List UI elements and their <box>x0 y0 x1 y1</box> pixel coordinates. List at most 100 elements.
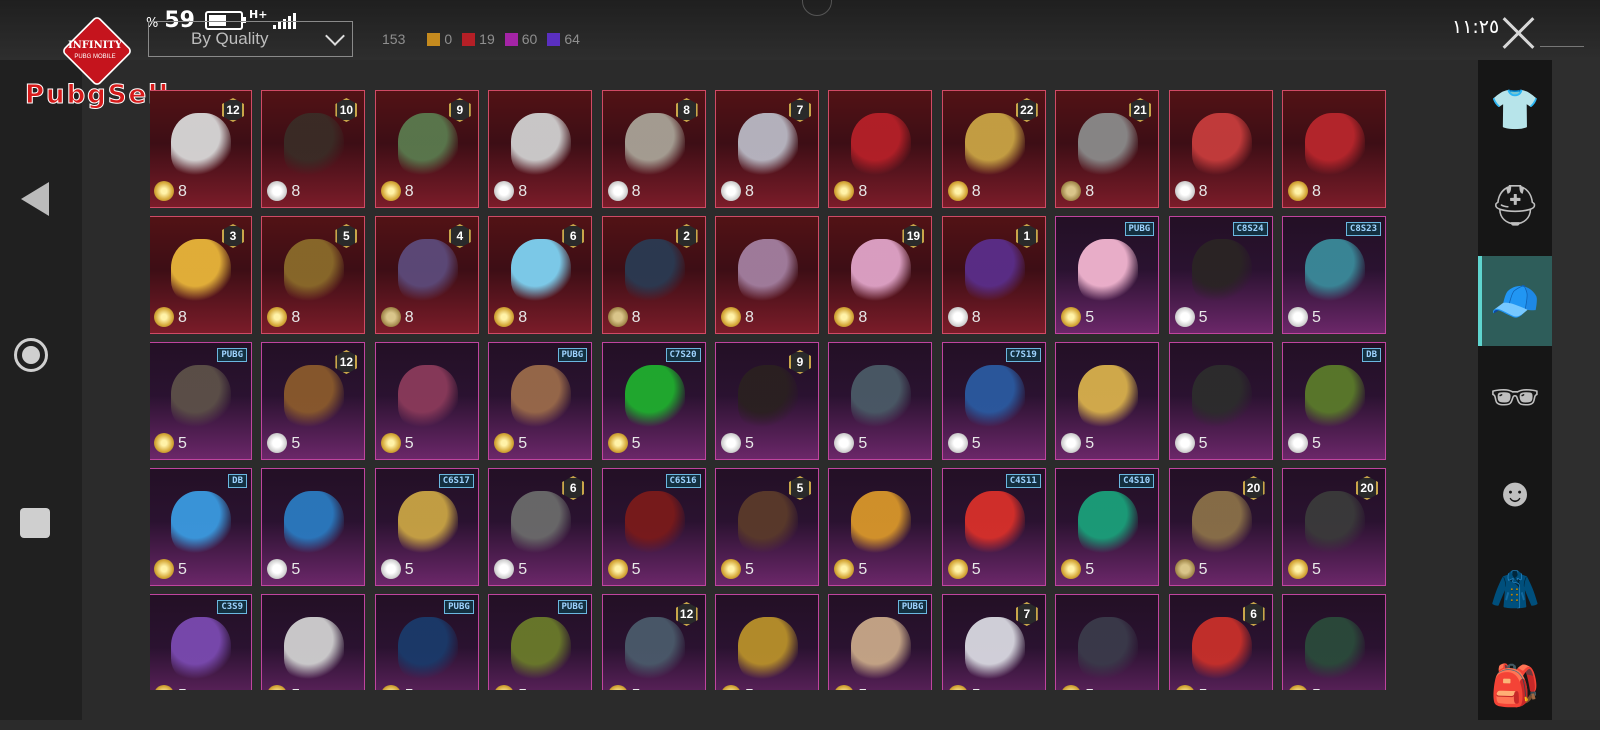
item-tile[interactable]: C4S10 5 <box>1055 468 1160 586</box>
item-image <box>171 113 231 177</box>
back-icon[interactable] <box>21 182 49 216</box>
item-tile[interactable]: C7S20 5 <box>601 342 706 460</box>
level-badge: 4 <box>448 224 471 248</box>
sort-dropdown[interactable]: By Quality <box>148 21 353 57</box>
recent-apps-icon[interactable] <box>20 508 50 538</box>
item-tile[interactable]: 58 <box>261 216 366 334</box>
item-tile[interactable]: C7S19 5 <box>941 342 1046 460</box>
item-image <box>284 239 345 303</box>
item-value: 5 <box>518 435 528 452</box>
season-tag: DB <box>228 474 247 488</box>
item-tile[interactable]: 28 <box>601 216 706 334</box>
item-image <box>171 239 231 303</box>
item-tile[interactable]: 20 5 <box>1168 468 1273 586</box>
item-tile[interactable]: 20 5 <box>1282 468 1386 586</box>
tab-glasses[interactable]: 🕶 <box>1478 352 1552 442</box>
backpack-icon: 🎒 <box>1490 663 1540 708</box>
item-tile[interactable]: 88 <box>601 90 706 208</box>
item-tile[interactable]: 12 8 <box>150 90 252 208</box>
item-image <box>1078 491 1139 555</box>
quality-swatch <box>462 32 476 46</box>
item-tile[interactable]: 68 <box>488 216 593 334</box>
item-tile[interactable]: C8S23 5 <box>1282 216 1386 334</box>
gold-badge-icon <box>1288 685 1308 690</box>
item-tile[interactable]: PUBG 5 <box>488 594 593 690</box>
item-tile[interactable]: 8 <box>1282 90 1386 208</box>
item-tile[interactable]: 5 <box>1055 594 1160 690</box>
item-tile[interactable]: 8 <box>1168 90 1273 208</box>
item-tile[interactable]: 65 <box>1168 594 1273 690</box>
cloud-icon <box>380 559 401 579</box>
item-value: 5 <box>1312 561 1321 578</box>
item-value: 8 <box>1312 183 1321 200</box>
item-tile[interactable]: 98 <box>374 90 479 208</box>
level-badge: 8 <box>675 98 698 122</box>
item-tile[interactable]: 5 <box>1055 342 1160 460</box>
level-badge: 5 <box>335 224 358 248</box>
item-tile[interactable]: PUBG 5 <box>150 342 252 460</box>
cloud-icon <box>607 181 628 201</box>
item-tile[interactable]: C8S24 5 <box>1168 216 1273 334</box>
item-tile[interactable]: PUBG 5 <box>828 594 933 690</box>
item-value: 5 <box>632 687 641 690</box>
tab-backpack[interactable]: 🎒 <box>1478 640 1552 730</box>
item-tile[interactable]: C4S11 5 <box>941 468 1046 586</box>
season-tag: C8S24 <box>1232 222 1268 236</box>
tab-outfit[interactable]: 👕 <box>1478 64 1552 154</box>
item-tile[interactable]: 5 <box>1282 594 1386 690</box>
item-tile[interactable]: 5 <box>715 594 819 690</box>
home-icon[interactable] <box>14 338 48 372</box>
item-tile[interactable]: 19 8 <box>828 216 933 334</box>
item-tile[interactable]: 21 8 <box>1055 90 1160 208</box>
item-tile[interactable]: C6S16 5 <box>601 468 706 586</box>
tab-jacket[interactable]: 🧥 <box>1478 544 1552 634</box>
item-tile[interactable]: 8 <box>715 216 819 334</box>
item-tile[interactable]: 78 <box>715 90 819 208</box>
item-tile[interactable]: 8 <box>488 90 593 208</box>
item-tile[interactable]: 5 <box>828 468 933 586</box>
season-tag: PUBG <box>217 348 247 362</box>
item-tile[interactable]: C6S17 5 <box>374 468 479 586</box>
item-tile[interactable]: 18 <box>941 216 1046 334</box>
gold-badge-icon <box>607 685 628 690</box>
quality-counts: 153 0 19 60 64 <box>382 31 590 47</box>
item-tile[interactable]: 5 <box>261 594 366 690</box>
item-tile[interactable]: 55 <box>715 468 819 586</box>
tab-mask[interactable]: ☻ <box>1478 448 1552 538</box>
item-value: 5 <box>291 561 301 578</box>
item-tile[interactable]: 5 <box>1168 342 1273 460</box>
tab-hat[interactable]: 🧢 <box>1478 256 1552 346</box>
item-tile[interactable]: C3S9 5 <box>150 594 252 690</box>
item-tile[interactable]: 22 8 <box>941 90 1046 208</box>
item-tile[interactable]: 48 <box>374 216 479 334</box>
item-image <box>964 365 1025 429</box>
item-tile[interactable]: PUBG 5 <box>374 594 479 690</box>
item-tile[interactable]: DB 5 <box>1282 342 1386 460</box>
item-tile[interactable]: DB 5 <box>150 468 252 586</box>
item-tile[interactable]: PUBG 5 <box>488 342 593 460</box>
item-tile[interactable]: 65 <box>488 468 593 586</box>
item-image <box>964 113 1025 177</box>
item-value: 5 <box>1085 435 1095 452</box>
level-badge: 3 <box>222 224 244 248</box>
item-value: 5 <box>972 687 981 690</box>
item-tile[interactable]: 5 <box>828 342 933 460</box>
tab-helmet[interactable]: ⛑ <box>1478 160 1552 250</box>
close-icon[interactable] <box>1500 14 1538 52</box>
item-tile[interactable]: 5 <box>374 342 479 460</box>
item-tile[interactable]: 75 <box>941 594 1046 690</box>
quality-swatch <box>504 32 518 46</box>
item-tile[interactable]: 95 <box>715 342 819 460</box>
item-tile[interactable]: 10 8 <box>261 90 366 208</box>
item-tile[interactable]: 12 5 <box>261 342 366 460</box>
season-tag: C6S17 <box>438 474 474 488</box>
cloud-icon <box>267 181 288 201</box>
item-tile[interactable]: 8 <box>828 90 933 208</box>
item-tile[interactable]: 5 <box>261 468 366 586</box>
item-tile[interactable]: PUBG 5 <box>1055 216 1160 334</box>
item-tile[interactable]: 12 5 <box>601 594 706 690</box>
item-tile[interactable]: 38 <box>150 216 252 334</box>
gold-badge-icon <box>1288 181 1308 201</box>
level-badge: 12 <box>675 602 698 626</box>
quality-swatch <box>427 32 441 46</box>
